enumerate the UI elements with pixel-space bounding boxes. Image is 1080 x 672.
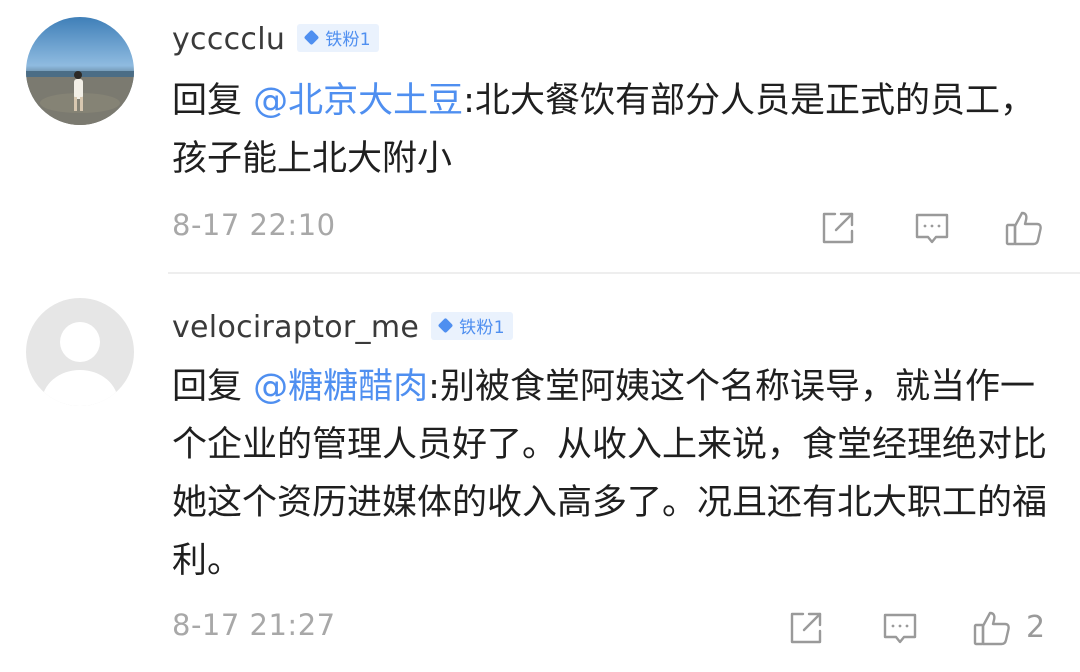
fan-badge: 铁粉1 (431, 311, 513, 340)
fan-badge: 铁粉1 (297, 23, 379, 52)
username[interactable]: velociraptor_me 铁粉1 (172, 310, 513, 345)
share-icon (818, 208, 858, 248)
mention-link[interactable]: @糖糖醋肉 (253, 367, 428, 407)
comment-text: 回复 @北京大土豆:北大餐饮有部分人员是正式的员工，孩子能上北大附小 (172, 72, 1052, 188)
username[interactable]: ycccclu 铁粉1 (172, 22, 379, 57)
mention-link[interactable]: @北京大土豆 (253, 81, 463, 121)
like-icon (1003, 207, 1045, 249)
badge-label: 铁粉1 (325, 30, 371, 50)
avatar-default[interactable] (26, 298, 134, 406)
username-text[interactable]: velociraptor_me (172, 310, 419, 345)
like-button[interactable] (1002, 206, 1046, 250)
share-icon (786, 608, 826, 648)
username-text[interactable]: ycccclu (172, 22, 285, 57)
like-button[interactable] (970, 606, 1014, 650)
timestamp: 8-17 22:10 (172, 208, 336, 242)
diamond-icon (303, 29, 320, 46)
comment-item-1: ycccclu 铁粉1 回复 @北京大土豆:北大餐饮有部分人员是正式的员工，孩子能… (0, 0, 1080, 272)
reply-prefix: 回复 (172, 367, 254, 407)
comment-button[interactable] (878, 606, 922, 650)
diamond-icon (437, 317, 454, 334)
share-button[interactable] (784, 606, 828, 650)
comment-icon (880, 608, 920, 648)
comment-item-2: velociraptor_me 铁粉1 回复 @糖糖醋肉:别被食堂阿姨这个名称误导… (0, 272, 1080, 672)
badge-label: 铁粉1 (459, 318, 505, 338)
comment-button[interactable] (910, 206, 954, 250)
like-icon (971, 607, 1013, 649)
like-count: 2 (1026, 610, 1046, 645)
timestamp: 8-17 21:27 (172, 608, 336, 642)
reply-prefix: 回复 (172, 81, 254, 121)
avatar[interactable] (26, 17, 134, 125)
comment-text: 回复 @糖糖醋肉:别被食堂阿姨这个名称误导，就当作一个企业的管理人员好了。从收入… (172, 358, 1052, 590)
share-button[interactable] (816, 206, 860, 250)
comment-icon (912, 208, 952, 248)
